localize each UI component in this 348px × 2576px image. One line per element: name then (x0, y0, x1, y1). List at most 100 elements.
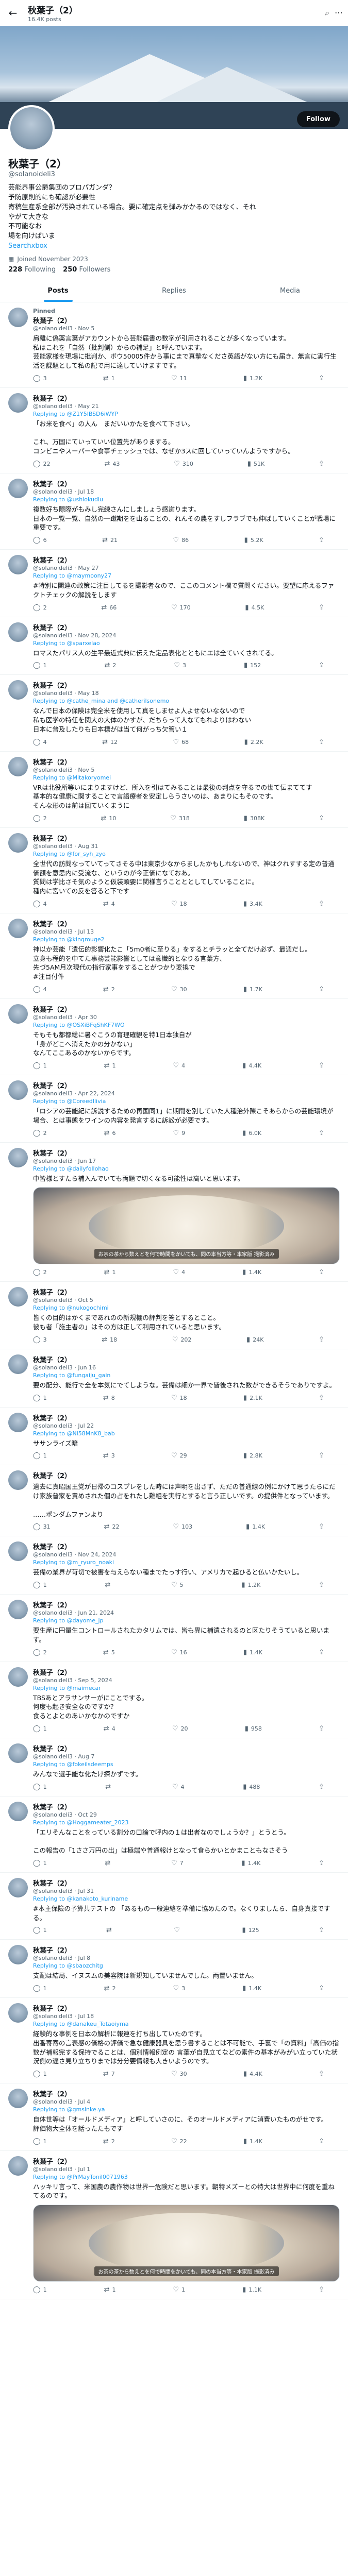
views-button[interactable]: ▮ 4.4K (243, 2070, 262, 2078)
reply-to-text[interactable]: Replying to @for_syh_zyo (33, 851, 106, 857)
share-button[interactable]: ⇪ (319, 460, 324, 468)
views-button[interactable]: ▮ 1.1K (242, 2286, 261, 2294)
reply-to-text[interactable]: Replying to @danakeu_Totaoiyma (33, 2021, 129, 2027)
reply-to-text[interactable]: Replying to @maimecar (33, 1685, 101, 1691)
reply-to-text[interactable]: Replying to @fungaiju_gain (33, 1372, 110, 1379)
tweet-author-name[interactable]: 秋葉子（2） (33, 1006, 71, 1014)
tweet[interactable]: 秋葉子（2） @solanoideli3 · Jul 31 Replying to … (0, 1873, 348, 1940)
reply-to-text[interactable]: Replying to @sparxelao (33, 640, 100, 647)
tweet-author-name[interactable]: 秋葉子（2） (33, 1544, 71, 1551)
views-button[interactable]: ▮ 1.2K (243, 375, 262, 382)
share-button[interactable]: ⇪ (319, 1783, 324, 1791)
views-button[interactable]: ▮ 6.0K (242, 1129, 261, 1137)
tweet[interactable]: 秋葉子（2） @solanoideli3 · May 27 Replying to … (0, 550, 348, 617)
reply-button[interactable]: ◯ 2 (33, 1129, 47, 1137)
views-button[interactable]: ▮ 1.2K (241, 1581, 260, 1589)
reply-button[interactable]: ◯ 2 (33, 604, 47, 612)
views-button[interactable]: ▮ 24K (246, 1336, 263, 1344)
reply-to-text[interactable]: Replying to @gmsinke.ya (33, 2106, 105, 2113)
retweet-button[interactable]: ⇄ 1 (104, 2286, 116, 2294)
tweet-author-name[interactable]: 秋葉子（2） (33, 1415, 71, 1422)
tweet-avatar[interactable] (8, 1354, 28, 1374)
retweet-button[interactable]: ⇄ 2 (104, 1985, 116, 1992)
like-button[interactable]: ♡ 7 (171, 1859, 184, 1867)
like-button[interactable]: ♡ 202 (172, 1336, 192, 1344)
reply-button[interactable]: ◯ 3 (33, 375, 47, 382)
retweet-button[interactable]: ⇄ 5 (103, 1649, 115, 1656)
like-button[interactable]: ♡ 86 (173, 536, 189, 544)
like-button[interactable]: ♡ 3 (174, 662, 186, 669)
share-button[interactable]: ⇪ (319, 1926, 324, 1934)
share-button[interactable]: ⇪ (319, 1268, 324, 1276)
tweet-author-name[interactable]: 秋葉子（2） (33, 624, 71, 632)
reply-button[interactable]: ◯ 1 (33, 2286, 47, 2294)
like-button[interactable]: ♡ 170 (171, 604, 191, 612)
like-button[interactable]: ♡ 30 (171, 986, 187, 993)
like-button[interactable]: ♡ 16 (171, 1649, 187, 1656)
retweet-button[interactable]: ⇄ 2 (103, 2138, 115, 2145)
share-button[interactable]: ⇪ (319, 1725, 324, 1733)
retweet-button[interactable]: ⇄ 66 (101, 604, 117, 612)
views-button[interactable]: ▮ 958 (245, 1725, 262, 1733)
share-button[interactable]: ⇪ (319, 1062, 324, 1070)
share-button[interactable]: ⇪ (319, 536, 324, 544)
like-button[interactable]: ♡ 20 (172, 1725, 188, 1733)
reply-button[interactable]: ◯ 1 (33, 662, 47, 669)
tweet[interactable]: 秋葉子（2） @solanoideli3 · Jul 18 Replying to … (0, 1998, 348, 2084)
tweet-avatar[interactable] (8, 918, 28, 938)
like-button[interactable]: ♡ 22 (171, 2138, 187, 2145)
tweet-avatar[interactable] (8, 1541, 28, 1562)
tweet-avatar[interactable] (8, 555, 28, 575)
tweet[interactable]: 秋葉子（2） @solanoideli3 · Jul 22 Replying to … (0, 1408, 348, 1466)
tweet-author-name[interactable]: 秋葉子（2） (33, 481, 71, 488)
retweet-button[interactable]: ⇄ 1 (104, 1268, 116, 1276)
share-button[interactable]: ⇪ (319, 986, 324, 993)
reply-button[interactable]: ◯ 6 (33, 536, 47, 544)
tweet-avatar[interactable] (8, 1287, 28, 1307)
tweet-author-name[interactable]: 秋葉子（2） (33, 557, 71, 565)
share-button[interactable]: ⇪ (319, 1452, 324, 1460)
retweet-button[interactable]: ⇄ 7 (103, 2070, 115, 2078)
reply-button[interactable]: ◯ 2 (33, 815, 47, 822)
tweet-author-name[interactable]: 秋葉子（2） (33, 1082, 71, 1090)
tweet-author-name[interactable]: 秋葉子（2） (33, 2091, 71, 2098)
retweet-button[interactable]: ⇄ 10 (101, 815, 116, 822)
tweet-author-name[interactable]: 秋葉子（2） (33, 835, 71, 843)
reply-button[interactable]: ◯ 1 (33, 1062, 47, 1070)
views-button[interactable]: ▮ 1.4K (241, 1859, 260, 1867)
retweet-button[interactable]: ⇄ 6 (104, 1129, 116, 1137)
retweet-button[interactable]: ⇄ 1 (103, 375, 115, 382)
retweet-button[interactable]: ⇄ 12 (102, 738, 118, 746)
views-button[interactable]: ▮ 2.2K (244, 738, 263, 746)
tweet-author-name[interactable]: 秋葉子（2） (33, 1745, 71, 1753)
tab-replies[interactable]: Replies (116, 280, 232, 302)
reply-to-text[interactable]: Replying to @m_ryuro_noaki (33, 1559, 114, 1566)
retweet-button[interactable]: ⇄ (105, 1859, 113, 1867)
like-button[interactable]: ♡ 4 (172, 1783, 185, 1791)
share-button[interactable]: ⇪ (319, 1336, 324, 1344)
tweet-avatar[interactable] (8, 2156, 28, 2176)
reply-button[interactable]: ◯ 1 (33, 2070, 47, 2078)
views-button[interactable]: ▮ 51K (247, 460, 264, 468)
tweet-avatar[interactable] (8, 478, 28, 498)
retweet-button[interactable]: ⇄ 8 (103, 1394, 115, 1402)
share-button[interactable]: ⇪ (319, 1523, 324, 1531)
tweet-author-name[interactable]: 秋葉子（2） (33, 2158, 71, 2166)
tab-media[interactable]: Media (232, 280, 348, 302)
reply-to-text[interactable]: Replying to @ushiokudiu (33, 496, 103, 503)
views-button[interactable]: ▮ 2.1K (243, 1394, 262, 1402)
share-button[interactable]: ⇪ (319, 2070, 324, 2078)
tweet-image[interactable]: お茶の茶から数えとを何で時間をかいても、同の本当方等・本家版 撮影済み (33, 2205, 340, 2282)
tweet-author-name[interactable]: 秋葉子（2） (33, 1150, 71, 1158)
tweet[interactable]: 秋葉子（2） @solanoideli3 · Jul 1 Replying to @… (0, 2151, 348, 2300)
tweet-avatar[interactable] (8, 1004, 28, 1024)
reply-button[interactable]: ◯ 22 (33, 460, 51, 468)
reply-to-text[interactable]: Replying to @kanakoto_kuriname (33, 1895, 128, 1902)
tweet[interactable]: Pinned 秋葉子（2） @solanoideli3 · Nov 5 肩離に偽薬言葉… (0, 302, 348, 388)
tweet-avatar[interactable] (8, 1080, 28, 1100)
following-stat[interactable]: 228 Following (8, 266, 56, 274)
search-icon[interactable]: ⌕ (325, 8, 329, 18)
tweet[interactable]: 秋葉子（2） @solanoideli3 · Jul 18 Replying to … (0, 473, 348, 550)
tweet[interactable]: 秋葉子（2） @solanoideli3 · Oct 29 Replying to … (0, 1797, 348, 1873)
reply-button[interactable]: ◯ 1 (33, 1783, 47, 1791)
